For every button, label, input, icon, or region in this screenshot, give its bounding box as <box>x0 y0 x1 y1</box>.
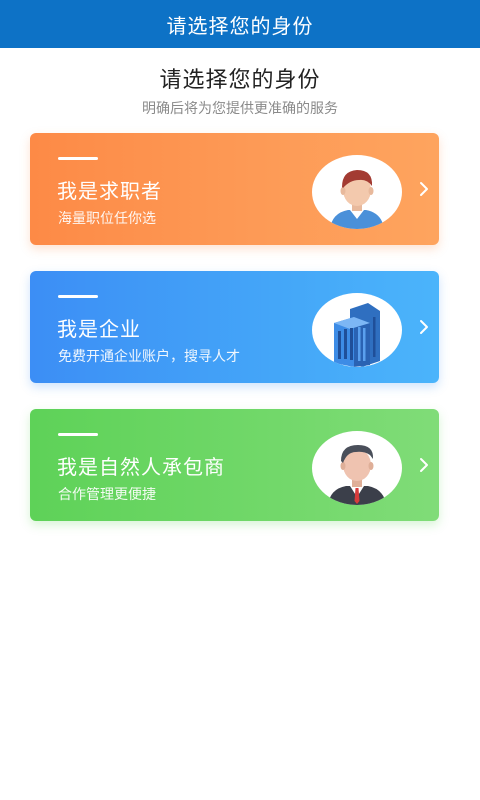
card-description: 合作管理更便捷 <box>58 487 156 503</box>
card-accent-line <box>58 157 98 160</box>
page-subtitle: 明确后将为您提供更准确的服务 <box>142 101 338 117</box>
building-icon <box>312 293 402 367</box>
card-title: 我是企业 <box>57 317 141 341</box>
card-title: 我是求职者 <box>57 179 162 203</box>
card-description: 免费开通企业账户，搜寻人才 <box>58 349 240 365</box>
chevron-right-icon <box>414 455 434 475</box>
job-seeker-avatar-icon <box>312 155 402 229</box>
card-accent-line <box>58 295 98 298</box>
enterprise-card[interactable]: 我是企业 免费开通企业账户，搜寻人才 <box>30 271 439 383</box>
card-description: 海量职位任你选 <box>58 211 156 227</box>
card-accent-line <box>58 433 98 436</box>
card-title: 我是自然人承包商 <box>57 455 225 479</box>
businessman-avatar-icon <box>312 431 402 505</box>
job-seeker-card[interactable]: 我是求职者 海量职位任你选 <box>30 133 439 245</box>
top-bar: 请选择您的身份 <box>0 0 480 48</box>
contractor-card[interactable]: 我是自然人承包商 合作管理更便捷 <box>30 409 439 521</box>
chevron-right-icon <box>414 179 434 199</box>
top-bar-title: 请选择您的身份 <box>166 13 314 38</box>
page-title: 请选择您的身份 <box>159 68 321 93</box>
chevron-right-icon <box>414 317 434 337</box>
